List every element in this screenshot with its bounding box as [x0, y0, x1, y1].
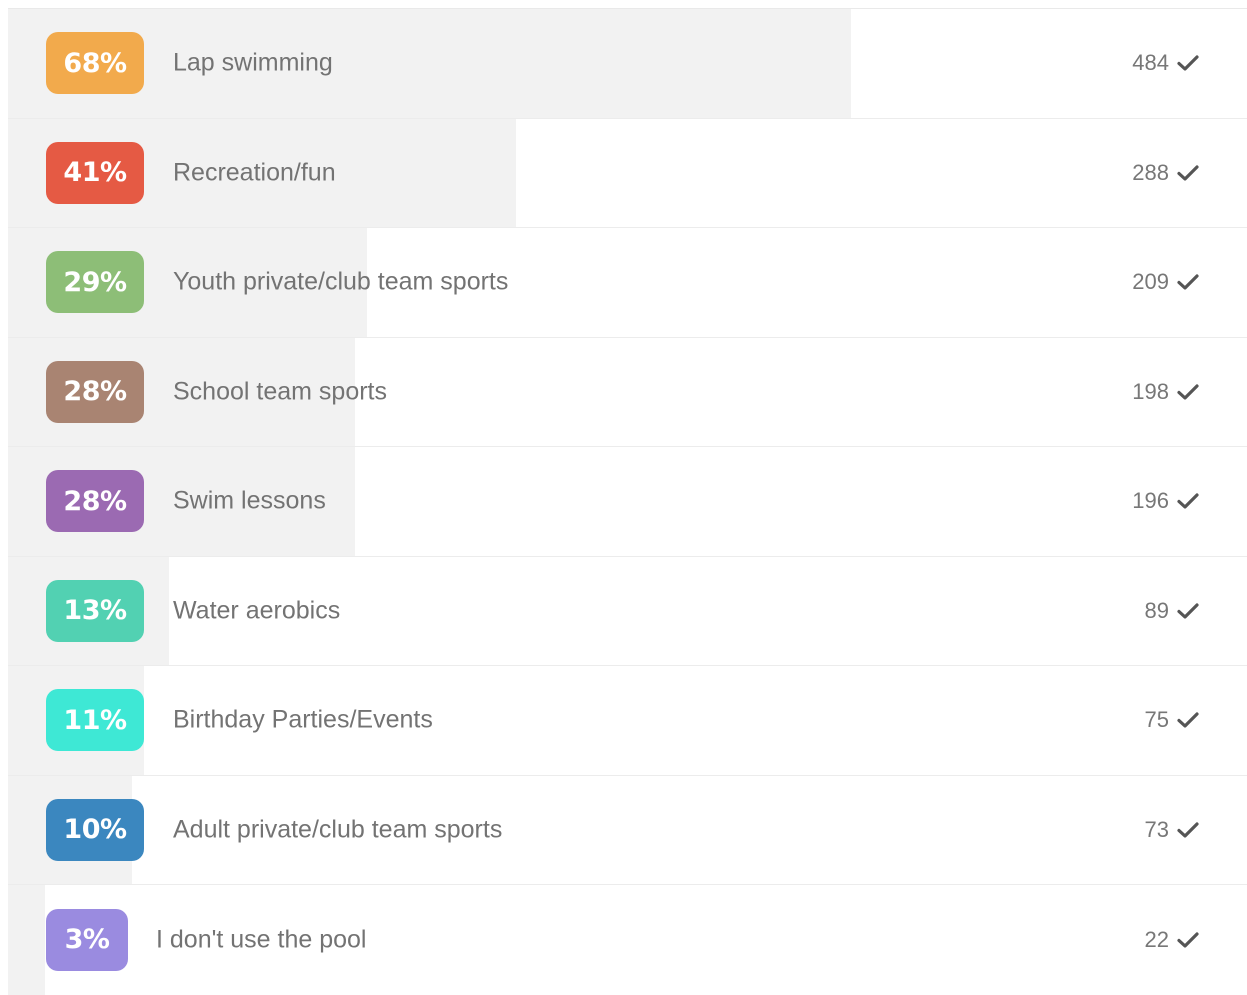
vote-count: 22: [1145, 927, 1199, 953]
vote-count-value: 484: [1132, 50, 1169, 76]
poll-results: 68% Lap swimming 484 41% Recreation/fun …: [8, 8, 1247, 995]
vote-count: 288: [1132, 160, 1199, 186]
percent-badge: 10%: [46, 798, 144, 861]
vote-count: 484: [1132, 50, 1199, 76]
result-row: 28% Swim lessons 196: [8, 447, 1247, 557]
result-row: 11% Birthday Parties/Events 75: [8, 666, 1247, 776]
percent-badge: 11%: [46, 689, 144, 752]
option-label: I don't use the pool: [156, 925, 367, 954]
percent-badge: 28%: [46, 470, 144, 533]
result-row: 3% I don't use the pool 22: [8, 885, 1247, 995]
check-icon: [1177, 932, 1199, 948]
option-label: Birthday Parties/Events: [173, 705, 433, 734]
vote-count: 75: [1145, 707, 1199, 733]
result-row: 10% Adult private/club team sports 73: [8, 775, 1247, 885]
vote-count: 89: [1145, 598, 1199, 624]
check-icon: [1177, 384, 1199, 400]
option-label: School team sports: [173, 377, 387, 406]
check-icon: [1177, 603, 1199, 619]
check-icon: [1177, 165, 1199, 181]
vote-count-value: 75: [1144, 707, 1169, 733]
check-icon: [1177, 493, 1199, 509]
percent-badge: 28%: [46, 360, 144, 423]
vote-count-value: 196: [1132, 488, 1169, 514]
result-row: 68% Lap swimming 484: [8, 9, 1247, 119]
vote-count-value: 198: [1132, 378, 1169, 404]
result-bar: [8, 885, 46, 995]
vote-count-value: 89: [1144, 597, 1169, 623]
vote-count-value: 73: [1144, 816, 1169, 842]
result-row: 13% Water aerobics 89: [8, 556, 1247, 666]
check-icon: [1177, 274, 1199, 290]
percent-badge: 13%: [46, 579, 144, 642]
percent-badge: 29%: [46, 251, 144, 314]
option-label: Recreation/fun: [173, 158, 336, 187]
vote-count: 198: [1132, 379, 1199, 405]
percent-badge: 68%: [46, 32, 144, 95]
percent-badge: 3%: [46, 908, 128, 971]
vote-count: 196: [1132, 488, 1199, 514]
option-label: Adult private/club team sports: [173, 815, 503, 844]
result-row: 41% Recreation/fun 288: [8, 118, 1247, 228]
vote-count-value: 22: [1144, 926, 1169, 952]
result-row: 28% School team sports 198: [8, 337, 1247, 447]
option-label: Swim lessons: [173, 486, 326, 515]
option-label: Lap swimming: [173, 48, 333, 77]
result-row: 29% Youth private/club team sports 209: [8, 228, 1247, 338]
vote-count: 73: [1145, 817, 1199, 843]
percent-badge: 41%: [46, 141, 144, 204]
check-icon: [1177, 712, 1199, 728]
option-label: Youth private/club team sports: [173, 267, 509, 296]
check-icon: [1177, 55, 1199, 71]
vote-count-value: 209: [1132, 269, 1169, 295]
vote-count: 209: [1132, 269, 1199, 295]
check-icon: [1177, 822, 1199, 838]
vote-count-value: 288: [1132, 159, 1169, 185]
option-label: Water aerobics: [173, 596, 341, 625]
